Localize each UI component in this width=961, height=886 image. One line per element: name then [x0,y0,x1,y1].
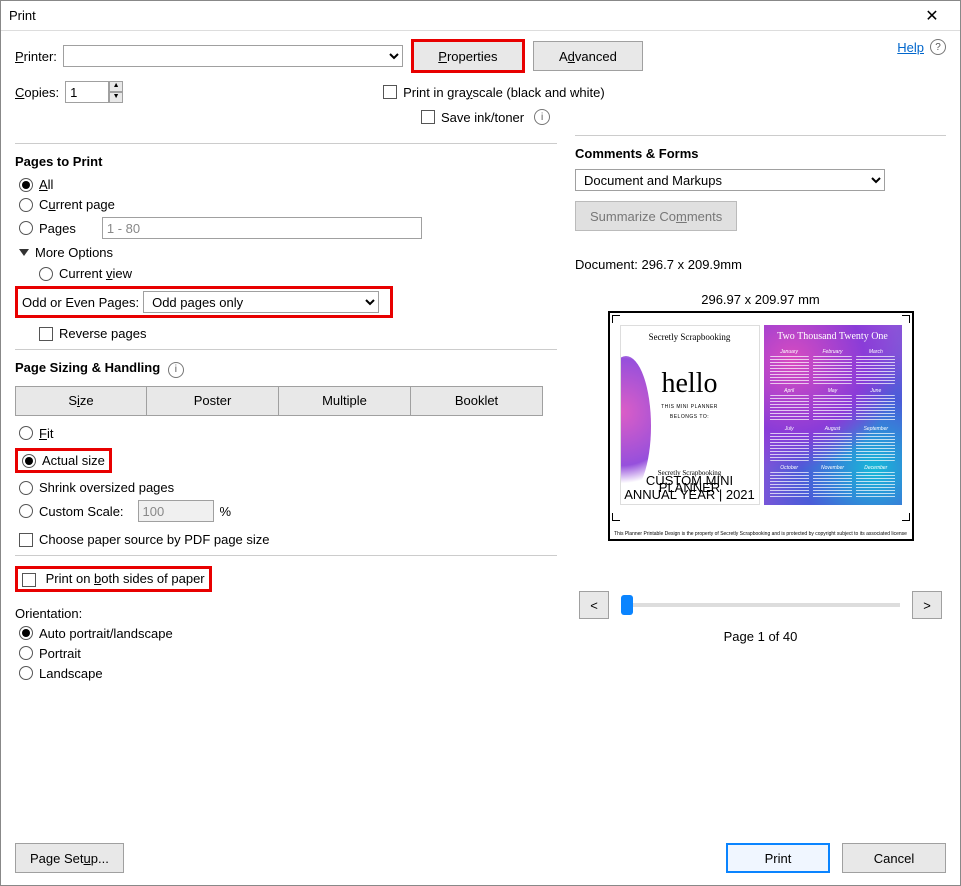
shrink-label: Shrink oversized pages [39,480,174,495]
grayscale-label: Print in grayscale (black and white) [403,85,605,100]
save-ink-checkbox[interactable] [421,110,435,124]
properties-button[interactable]: Properties [413,41,523,71]
fit-radio[interactable] [19,426,33,440]
crop-mark-icon [902,513,910,521]
custom-scale-radio[interactable] [19,504,33,518]
current-view-radio[interactable] [39,267,53,281]
odd-even-label: Odd or Even Pages: [22,295,139,310]
reverse-pages-label: Reverse pages [59,326,146,341]
crop-mark-icon [612,315,620,323]
portrait-label: Portrait [39,646,81,661]
choose-source-checkbox[interactable] [19,533,33,547]
size-tab[interactable]: Size [15,386,147,416]
reverse-pages-checkbox[interactable] [39,327,53,341]
grayscale-checkbox[interactable] [383,85,397,99]
cancel-button[interactable]: Cancel [842,843,946,873]
copies-input[interactable] [65,81,109,103]
comments-title: Comments & Forms [575,146,946,161]
document-dimensions: Document: 296.7 x 209.9mm [575,257,946,272]
preview-caption: This Planner Printable Design is the pro… [610,531,912,537]
slider-thumb-icon[interactable] [621,595,633,615]
pages-label: Pages [39,221,76,236]
preview-page-left: Secretly Scrapbooking hello THIS MINI PL… [620,325,760,505]
print-preview: Secretly Scrapbooking hello THIS MINI PL… [608,311,914,541]
orientation-title: Orientation: [15,606,557,621]
preview-size-label: 296.97 x 209.97 mm [575,292,946,307]
both-sides-label: Print on both sides of paper [46,571,205,586]
help-info-icon[interactable]: ? [930,39,946,55]
current-page-label: Current page [39,197,115,212]
both-sides-checkbox[interactable] [22,573,36,587]
help-link[interactable]: Help [897,40,924,55]
both-sides-row: Print on both sides of paper [15,566,212,592]
booklet-tab[interactable]: Booklet [411,386,543,416]
printer-select[interactable] [63,45,403,67]
copies-down-icon[interactable]: ▼ [109,92,123,103]
actual-size-label: Actual size [42,453,105,468]
save-ink-info-icon[interactable]: i [534,109,550,125]
copies-label: Copies: [15,85,59,100]
crop-mark-icon [612,513,620,521]
odd-even-row: Odd or Even Pages: Odd pages only [15,286,393,318]
actual-size-row: Actual size [15,448,112,474]
poster-tab[interactable]: Poster [147,386,279,416]
custom-scale-label: Custom Scale: [39,504,124,519]
page-indicator: Page 1 of 40 [575,629,946,644]
crop-mark-icon [902,315,910,323]
sizing-info-icon[interactable]: i [168,362,184,378]
preview-prev-button[interactable]: < [579,591,609,619]
landscape-radio[interactable] [19,666,33,680]
pages-radio[interactable] [19,221,33,235]
more-options-label: More Options [35,245,113,260]
preview-page-right: Two Thousand Twenty One JanuaryFebruaryM… [764,325,902,505]
odd-even-select[interactable]: Odd pages only [143,291,379,313]
save-ink-label: Save ink/toner [441,110,524,125]
preview-next-button[interactable]: > [912,591,942,619]
all-radio[interactable] [19,178,33,192]
sizing-title: Page Sizing & Handling i [15,360,557,378]
auto-orient-radio[interactable] [19,626,33,640]
fit-label: Fit [39,426,53,441]
portrait-radio[interactable] [19,646,33,660]
auto-orient-label: Auto portrait/landscape [39,626,173,641]
triangle-down-icon [19,249,29,256]
actual-size-radio[interactable] [22,454,36,468]
print-button[interactable]: Print [726,843,830,873]
multiple-tab[interactable]: Multiple [279,386,411,416]
percent-label: % [220,504,232,519]
page-setup-button[interactable]: Page Setup... [15,843,124,873]
comments-select[interactable]: Document and Markups [575,169,885,191]
shrink-radio[interactable] [19,481,33,495]
choose-source-label: Choose paper source by PDF page size [39,532,270,547]
window-title: Print [9,8,912,23]
copies-spinner[interactable]: ▲ ▼ [65,81,123,103]
advanced-button[interactable]: Advanced [533,41,643,71]
pages-range-input[interactable] [102,217,422,239]
all-label: All [39,177,53,192]
more-options-toggle[interactable]: More Options [19,245,557,260]
close-icon[interactable]: ✕ [912,6,952,26]
titlebar: Print ✕ [1,1,960,31]
summarize-comments-button[interactable]: Summarize Comments [575,201,737,231]
custom-scale-input[interactable] [138,500,214,522]
current-view-label: Current view [59,266,132,281]
current-page-radio[interactable] [19,198,33,212]
landscape-label: Landscape [39,666,103,681]
preview-slider[interactable] [621,603,900,607]
printer-label: Printer: [15,49,57,64]
pages-to-print-title: Pages to Print [15,154,557,169]
copies-up-icon[interactable]: ▲ [109,81,123,92]
print-dialog: Print ✕ Help ? Printer: Properties Advan… [0,0,961,886]
